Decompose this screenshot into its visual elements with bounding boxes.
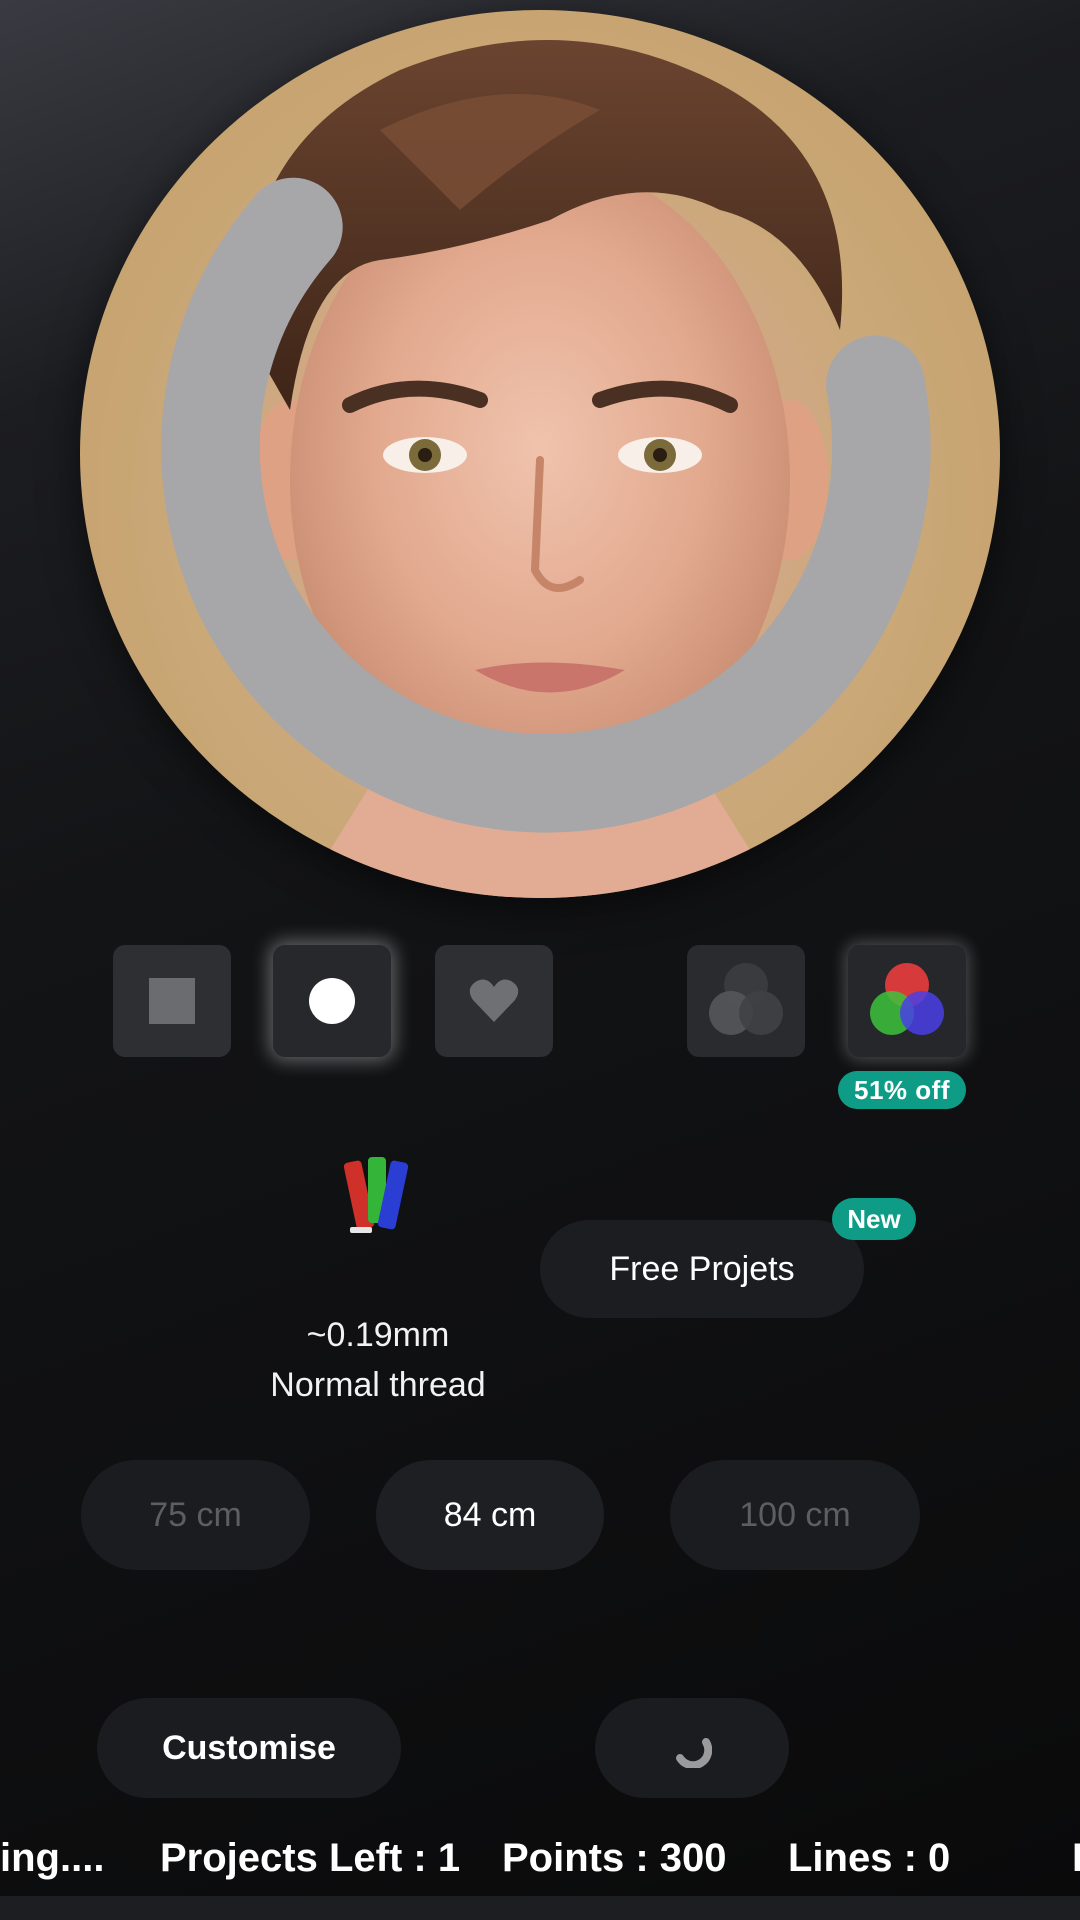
square-icon xyxy=(149,978,195,1024)
thread-type-label: Normal thread xyxy=(270,1366,486,1404)
portrait-preview xyxy=(80,10,1000,898)
app-screen: 51% off ~0.19mm Normal thread Free Proje… xyxy=(0,0,1080,1920)
thread-size-label: ~0.19mm xyxy=(306,1316,450,1354)
customise-button[interactable]: Customise xyxy=(97,1698,401,1798)
rgb-circles-icon xyxy=(870,963,944,1035)
status-ticker: ing.... Projects Left : 1 Points : 300 L… xyxy=(0,1828,1080,1890)
points-status: Points : 300 xyxy=(502,1836,727,1880)
shape-square-button[interactable] xyxy=(113,945,231,1057)
size-75-button[interactable]: 75 cm xyxy=(81,1460,310,1570)
color-mode-rgb-button[interactable] xyxy=(848,945,966,1057)
color-mode-monochrome-button[interactable] xyxy=(687,945,805,1057)
circle-icon xyxy=(309,978,355,1024)
thread-spools-icon xyxy=(344,1157,409,1233)
lines-status: Lines : 0 xyxy=(788,1836,951,1880)
discount-badge: 51% off xyxy=(838,1071,966,1109)
trailing-status: I xyxy=(1072,1836,1080,1880)
shape-circle-button[interactable] xyxy=(273,945,391,1057)
size-100-button[interactable]: 100 cm xyxy=(670,1460,920,1570)
monochrome-circles-icon xyxy=(709,963,783,1035)
free-projects-button[interactable]: Free Projets xyxy=(540,1220,864,1318)
spinner-icon xyxy=(676,1738,712,1768)
new-badge: New xyxy=(832,1198,916,1240)
projects-left-status: Projects Left : 1 xyxy=(160,1836,461,1880)
spinner-icon xyxy=(161,177,931,833)
heart-icon xyxy=(469,979,519,1022)
bottom-strip xyxy=(0,1896,1080,1920)
shape-heart-button[interactable] xyxy=(435,945,553,1057)
size-84-button[interactable]: 84 cm xyxy=(376,1460,604,1570)
loading-status: ing.... xyxy=(0,1836,105,1880)
generate-button[interactable] xyxy=(595,1698,789,1798)
